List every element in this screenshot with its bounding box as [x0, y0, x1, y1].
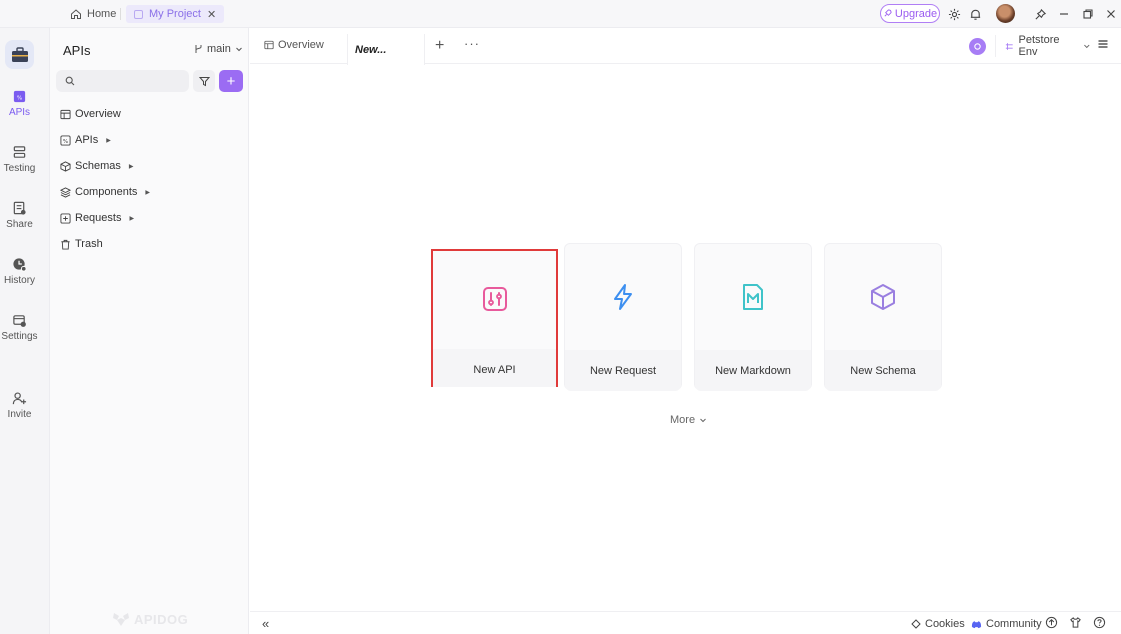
- add-button[interactable]: +: [219, 70, 243, 92]
- cube-icon: [871, 284, 895, 310]
- schema-icon: [60, 160, 71, 172]
- new-schema-card[interactable]: New Schema: [824, 243, 942, 391]
- overview-icon: [264, 40, 274, 50]
- expand-caret-icon[interactable]: ▶: [129, 163, 134, 170]
- cookie-icon: [911, 619, 921, 629]
- tab-bar: Overview New... + ··· Petstore Env: [250, 28, 1121, 65]
- search-icon: [65, 76, 75, 86]
- apidog-logo-icon: [113, 613, 129, 626]
- new-api-card[interactable]: New API: [431, 249, 558, 387]
- upgrade-button[interactable]: Upgrade: [880, 4, 940, 23]
- new-markdown-card[interactable]: New Markdown: [694, 243, 812, 391]
- lightning-icon: [614, 284, 632, 310]
- overview-icon: [60, 109, 71, 119]
- add-tab-button[interactable]: +: [435, 37, 444, 55]
- more-tabs-button[interactable]: ···: [464, 36, 480, 51]
- tree-item-trash[interactable]: Trash: [60, 236, 103, 252]
- svg-text:%: %: [17, 95, 23, 101]
- environment-selector[interactable]: Petstore Env: [995, 34, 1091, 58]
- settings-icon: [13, 315, 26, 327]
- rail-item-invite[interactable]: Invite: [0, 391, 39, 420]
- expand-caret-icon[interactable]: ▶: [145, 189, 150, 196]
- home-tab-label: Home: [87, 8, 117, 20]
- search-input[interactable]: [80, 75, 180, 87]
- history-icon: [13, 258, 27, 272]
- project-tab[interactable]: My Project ✕: [126, 5, 225, 23]
- rail-item-testing[interactable]: Testing: [0, 145, 39, 174]
- pin-icon[interactable]: [1032, 6, 1048, 22]
- requests-icon: [60, 212, 71, 224]
- expand-caret-icon[interactable]: ▶: [106, 137, 111, 144]
- tree-item-schemas[interactable]: Schemas ▶: [60, 158, 133, 174]
- tab-new[interactable]: New...: [347, 34, 425, 65]
- gear-icon[interactable]: [946, 6, 962, 22]
- collapse-sidebar-icon[interactable]: «: [262, 616, 269, 631]
- svg-text:%: %: [63, 138, 68, 144]
- api-icon: [482, 287, 507, 311]
- close-window-icon[interactable]: [1103, 6, 1119, 22]
- tree-item-components[interactable]: Components ▶: [60, 184, 150, 200]
- tree-item-overview[interactable]: Overview: [60, 106, 121, 122]
- api-sidebar: APIs main + Overview % APIs ▶ Schemas ▶ …: [50, 28, 249, 634]
- new-request-card[interactable]: New Request: [564, 243, 682, 391]
- apidog-watermark: APIDOG: [112, 611, 188, 627]
- rail-item-share[interactable]: Share: [0, 201, 39, 230]
- card-label: New Markdown: [715, 365, 791, 377]
- rail-item-settings[interactable]: Settings: [0, 313, 39, 342]
- minimize-icon[interactable]: [1056, 6, 1072, 22]
- card-label: New Schema: [850, 365, 916, 377]
- home-icon: [71, 9, 81, 19]
- status-bar: « Cookies Community: [250, 611, 1121, 634]
- close-tab-icon[interactable]: ✕: [207, 8, 216, 21]
- project-logo[interactable]: [5, 40, 34, 69]
- discord-icon: [971, 620, 982, 628]
- branch-icon: [195, 45, 202, 53]
- testing-icon: [13, 146, 26, 158]
- project-tab-label: My Project: [149, 8, 201, 20]
- help-icon[interactable]: [1093, 616, 1107, 630]
- share-icon: [13, 201, 26, 215]
- upload-icon[interactable]: [1045, 616, 1059, 630]
- card-label: New Request: [589, 365, 657, 377]
- menu-icon[interactable]: [1097, 38, 1113, 54]
- sync-icon[interactable]: [969, 38, 986, 55]
- rail-item-history[interactable]: History: [0, 257, 39, 286]
- branch-selector[interactable]: main: [194, 43, 243, 55]
- environment-icon: [1005, 42, 1013, 50]
- api-icon: %: [13, 90, 26, 103]
- tab-overview[interactable]: Overview: [264, 39, 324, 51]
- title-bar: Home My Project ✕ Upgrade: [0, 0, 1121, 28]
- left-rail: % APIs Testing Share History Settings In…: [0, 28, 50, 634]
- user-avatar[interactable]: [996, 4, 1015, 23]
- markdown-icon: [743, 284, 763, 310]
- shirt-icon[interactable]: [1069, 616, 1083, 630]
- invite-icon: [12, 392, 27, 405]
- restore-icon[interactable]: [1080, 6, 1096, 22]
- community-button[interactable]: Community: [971, 618, 1042, 630]
- search-box[interactable]: [56, 70, 189, 92]
- rocket-icon: [884, 9, 892, 17]
- home-tab[interactable]: Home: [64, 5, 122, 23]
- rail-item-apis[interactable]: % APIs: [0, 89, 39, 118]
- sidebar-title: APIs: [63, 43, 91, 58]
- project-icon: [134, 9, 143, 19]
- chevron-down-icon: [235, 47, 242, 52]
- chevron-down-icon: [1084, 44, 1090, 49]
- components-icon: [60, 186, 71, 198]
- api-icon: %: [60, 134, 71, 146]
- filter-button[interactable]: [193, 70, 215, 92]
- tree-item-apis[interactable]: % APIs ▶: [60, 132, 111, 148]
- briefcase-icon: [11, 46, 28, 62]
- trash-icon: [61, 239, 70, 250]
- tab-divider: [120, 8, 121, 20]
- expand-caret-icon[interactable]: ▶: [129, 215, 134, 222]
- bell-icon[interactable]: [967, 6, 983, 22]
- card-label: New API: [473, 364, 516, 376]
- cookies-button[interactable]: Cookies: [911, 618, 965, 630]
- more-button[interactable]: More: [670, 414, 707, 426]
- tree-item-requests[interactable]: Requests ▶: [60, 210, 134, 226]
- filter-icon: [198, 76, 210, 86]
- chevron-down-icon: [700, 418, 706, 423]
